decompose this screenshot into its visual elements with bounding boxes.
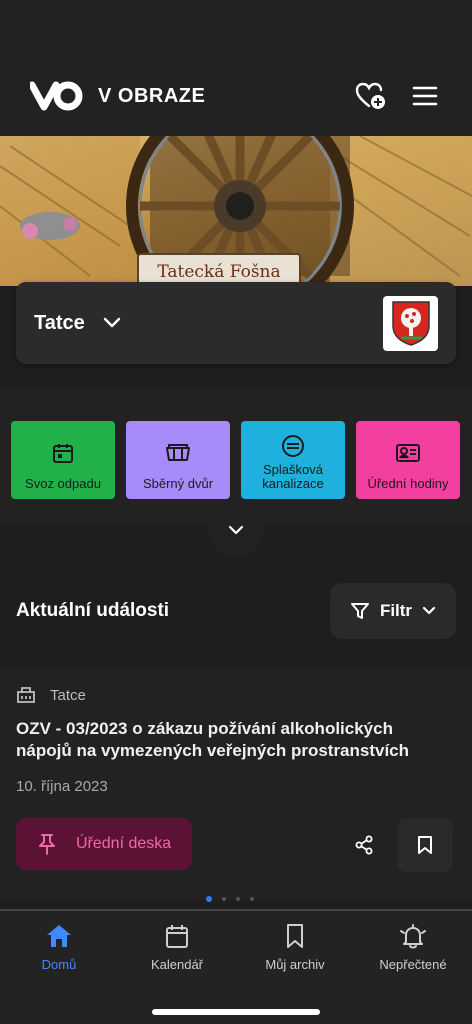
tile-label: Sběrný dvůr [142, 476, 214, 491]
vo-logo-icon [30, 81, 83, 111]
town-hall-icon [17, 687, 35, 703]
calendar-icon [166, 925, 188, 948]
pagination-dot[interactable] [250, 897, 254, 901]
coat-of-arms [383, 295, 438, 351]
brand-logo[interactable]: V OBRAZE [30, 81, 205, 111]
bell-icon [400, 924, 426, 949]
nav-label: Nepřečtené [379, 957, 447, 972]
coat-of-arms-icon [391, 301, 430, 346]
event-card[interactable]: Tatce OZV - 03/2023 o zákazu požívání al… [0, 668, 472, 900]
share-button[interactable] [345, 826, 383, 864]
chevron-down-icon [103, 317, 121, 329]
expand-quick-links-button[interactable] [208, 502, 264, 558]
app-header: V OBRAZE [0, 56, 472, 136]
nav-item-calendar[interactable]: Kalendář [118, 911, 236, 989]
events-header: Aktuální události Filtr [0, 560, 472, 662]
brand-name: V OBRAZE [98, 84, 206, 107]
bookmark-button[interactable] [397, 818, 453, 872]
category-tag-label: Úřední deska [76, 835, 172, 852]
bottom-navigation: Domů Kalendář Můj archiv Nepřečtené [0, 909, 472, 1024]
tile-uredni-hodiny[interactable]: Úřední hodiny [356, 421, 460, 499]
nav-item-unread[interactable]: Nepřečtené [354, 911, 472, 989]
filter-icon [350, 603, 369, 619]
nav-label: Kalendář [150, 957, 204, 972]
home-indicator [152, 1009, 320, 1015]
id-card-icon [395, 421, 421, 477]
bookmark-icon [287, 924, 303, 948]
pagination-dots [206, 896, 254, 902]
status-bar [0, 0, 472, 56]
tile-label: Úřední hodiny [367, 476, 449, 491]
pagination-dot[interactable] [222, 897, 226, 901]
hero-image: Tatecká Fošna [0, 136, 472, 286]
town-name: Tatce [34, 311, 85, 334]
pagination-dot[interactable] [206, 896, 212, 902]
events-title: Aktuální události [16, 600, 170, 621]
pagination-dot[interactable] [236, 897, 240, 901]
hero-sign-text: Tatecká Fošna [157, 262, 280, 282]
hamburger-menu-icon [412, 86, 438, 106]
calendar-icon [52, 421, 74, 477]
nav-item-archive[interactable]: Můj archiv [236, 911, 354, 989]
chevron-down-icon [422, 606, 436, 615]
event-source: Tatce [16, 686, 86, 704]
town-selector[interactable]: Tatce [16, 282, 456, 364]
container-icon [165, 421, 191, 477]
filter-label: Filtr [379, 601, 413, 620]
tile-svoz-odpadu[interactable]: Svoz odpadu [11, 421, 115, 499]
menu-button[interactable] [408, 79, 442, 113]
nav-label: Můj archiv [265, 957, 325, 972]
manhole-icon [281, 421, 305, 463]
tile-sberny-dvur[interactable]: Sběrný dvůr [126, 421, 230, 499]
nav-item-home[interactable]: Domů [0, 911, 118, 989]
tile-label: Svoz odpadu [25, 476, 101, 491]
pin-icon [39, 834, 55, 855]
home-icon [47, 925, 71, 947]
filter-button[interactable]: Filtr [330, 583, 456, 639]
event-title[interactable]: OZV - 03/2023 o zákazu požívání alkoholi… [16, 718, 436, 762]
favorite-add-button[interactable] [354, 79, 388, 113]
tile-label: Splašková kanalizace [262, 462, 324, 491]
tile-splaskova-kanalizace[interactable]: Splašková kanalizace [241, 421, 345, 499]
nav-label: Domů [41, 957, 77, 972]
event-date: 10. října 2023 [16, 778, 108, 795]
event-source-name: Tatce [50, 686, 86, 704]
quick-links: Svoz odpadu Sběrný dvůr Splašková kanali… [11, 421, 461, 499]
heart-plus-icon [355, 82, 385, 109]
category-tag-button[interactable]: Úřední deska [16, 818, 192, 870]
share-icon [355, 835, 373, 855]
bookmark-icon [418, 836, 432, 854]
chevron-down-icon [228, 525, 244, 535]
